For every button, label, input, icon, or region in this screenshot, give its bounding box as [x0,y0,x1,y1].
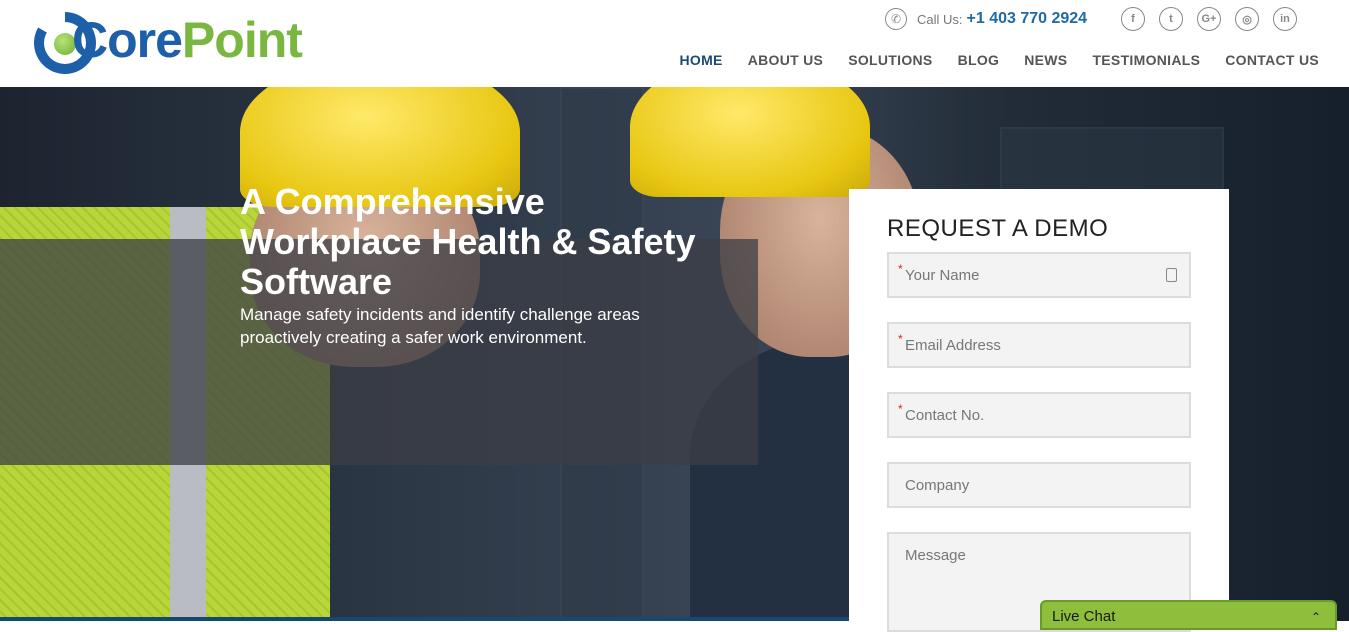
company-placeholder: Company [905,476,970,494]
hero-subtitle: Manage safety incidents and identify cha… [240,305,640,347]
nav-news[interactable]: NEWS [1024,52,1067,68]
logo-text: CorePoint [72,10,303,70]
contact-number-field[interactable]: * Contact No. [887,392,1191,438]
phone-icon: ✆ [885,8,907,30]
name-placeholder: Your Name [905,266,980,284]
social-links: f t G+ ◎ in [1121,7,1297,31]
email-field[interactable]: * Email Address [887,322,1191,368]
facebook-icon[interactable]: f [1121,7,1145,31]
phone-number-link[interactable]: +1 403 770 2924 [967,10,1088,28]
message-placeholder: Message [905,547,966,564]
name-field[interactable]: * Your Name [887,252,1191,298]
twitter-icon[interactable]: t [1159,7,1183,31]
form-title: REQUEST A DEMO [887,215,1109,242]
contact-row: ✆ Call Us: +1 403 770 2924 [885,6,1087,32]
hero-title: A Comprehensive Workplace Health & Safet… [240,181,696,302]
hard-hat-right [630,87,870,197]
chevron-up-icon[interactable]: ⌃ [1311,610,1321,624]
logo-text-core: Core [72,12,183,68]
google-plus-icon[interactable]: G+ [1197,7,1221,31]
required-mark: * [898,262,903,276]
corepoint-logo[interactable]: CorePoint [34,10,304,76]
site-header: CorePoint ✆ Call Us: +1 403 770 2924 f t… [0,0,1349,87]
required-mark: * [898,402,903,416]
live-chat-label: Live Chat [1052,608,1116,625]
nav-home[interactable]: HOME [679,52,722,68]
call-label: Call Us: [917,11,963,27]
nav-testimonials[interactable]: TESTIMONIALS [1092,52,1200,68]
request-demo-form: REQUEST A DEMO * Your Name * Email Addre… [849,189,1229,632]
nav-blog[interactable]: BLOG [958,52,1000,68]
linkedin-icon[interactable]: in [1273,7,1297,31]
contact-card-icon [1166,268,1177,282]
required-mark: * [898,332,903,346]
company-field[interactable]: Company [887,462,1191,508]
instagram-icon[interactable]: ◎ [1235,7,1259,31]
nav-about-us[interactable]: ABOUT US [748,52,824,68]
email-placeholder: Email Address [905,336,1001,354]
hero-bottom-bar [0,617,849,621]
logo-text-point: Point [181,12,303,68]
live-chat-widget[interactable]: Live Chat ⌃ [1040,600,1337,630]
contact-placeholder: Contact No. [905,406,985,424]
nav-contact-us[interactable]: CONTACT US [1225,52,1319,68]
main-nav: HOME ABOUT US SOLUTIONS BLOG NEWS TESTIM… [679,52,1319,68]
nav-solutions[interactable]: SOLUTIONS [848,52,932,68]
